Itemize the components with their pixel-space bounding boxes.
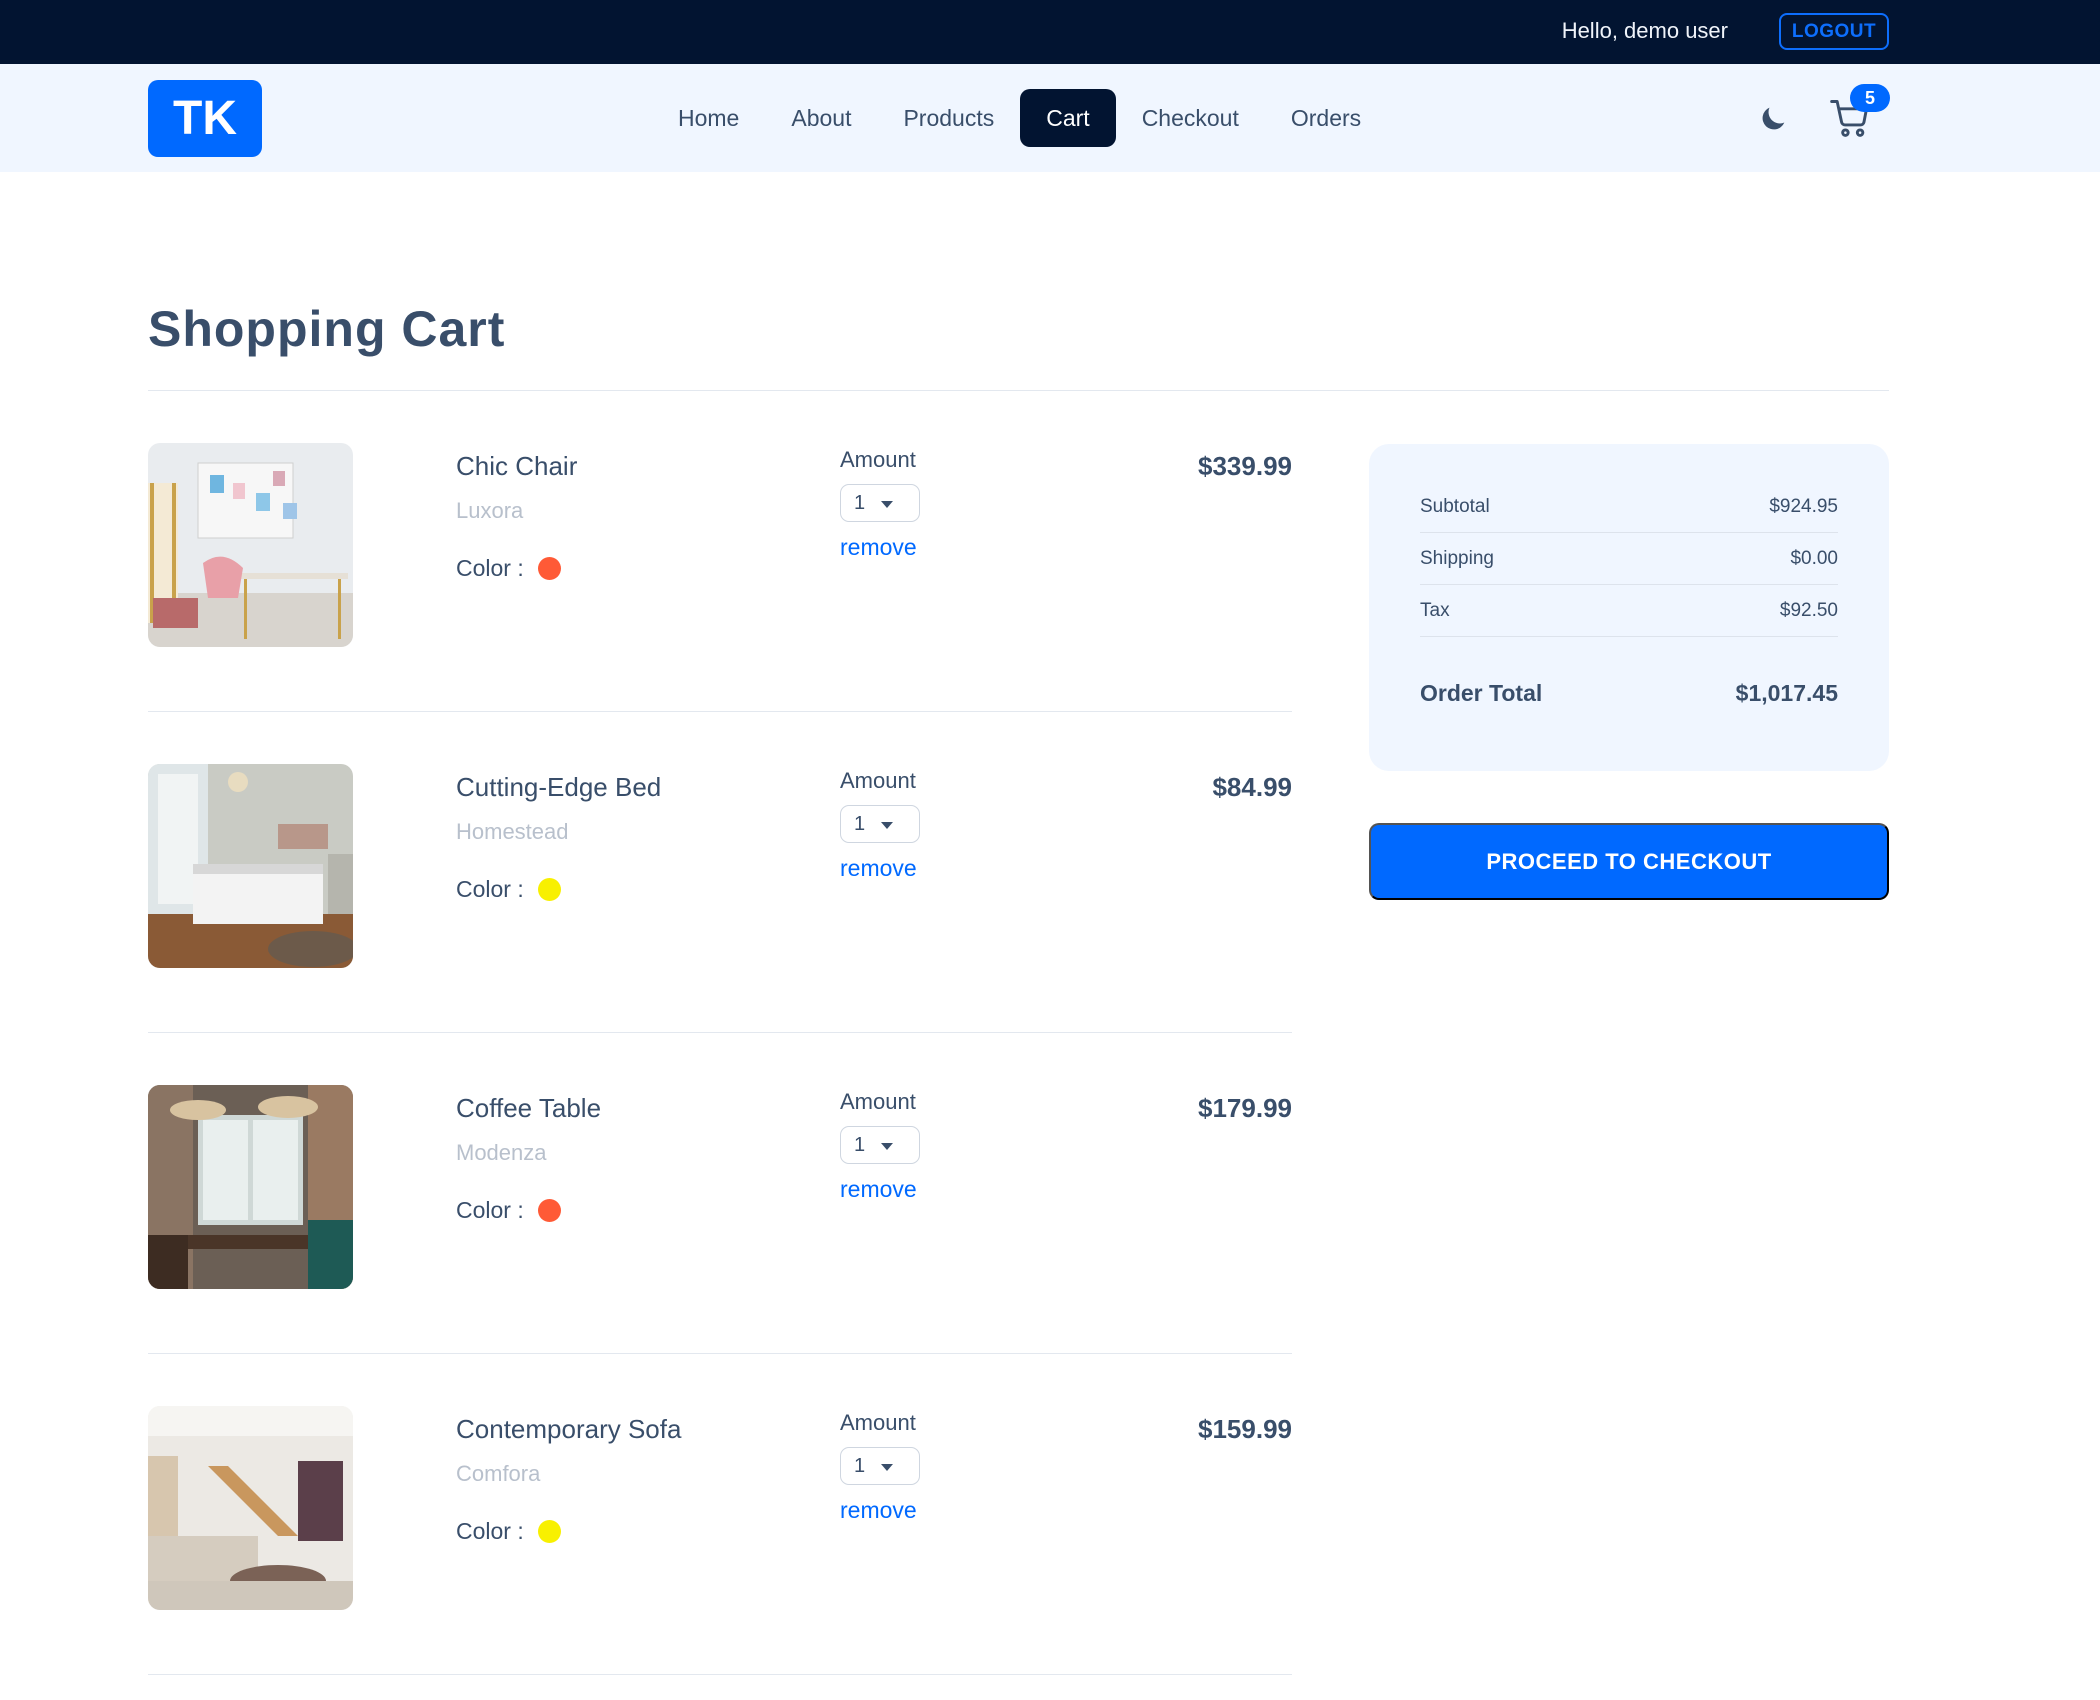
cart-item: Coffee Table Modenza Color : Amount 1 re…: [148, 1033, 1292, 1354]
order-total-label: Order Total: [1420, 679, 1543, 706]
user-greeting: Hello, demo user: [1561, 18, 1728, 43]
room-photo-dining[interactable]: [148, 1085, 353, 1289]
order-total-row: Order Total $1,017.45: [1420, 667, 1838, 719]
item-color-label: Color :: [456, 555, 524, 581]
item-name[interactable]: Coffee Table: [456, 1093, 601, 1124]
amount-label: Amount: [840, 1089, 916, 1114]
chevron-down-icon: [881, 1143, 893, 1150]
amount-label: Amount: [840, 1410, 916, 1435]
remove-link[interactable]: remove: [840, 534, 917, 561]
cart-count-badge: 5: [1850, 84, 1890, 112]
nav-links: Home About Products Cart Checkout Orders: [652, 89, 1387, 147]
quantity-value: 1: [854, 1133, 866, 1156]
nav-link-home[interactable]: Home: [652, 89, 765, 147]
quantity-select[interactable]: 1: [840, 1447, 920, 1485]
color-swatch: [538, 878, 561, 901]
item-price: $179.99: [1198, 1093, 1292, 1123]
item-name[interactable]: Chic Chair: [456, 451, 577, 482]
nav-link-products[interactable]: Products: [877, 89, 1020, 147]
shipping-value: $0.00: [1790, 547, 1838, 569]
item-brand: Homestead: [456, 819, 569, 844]
cart-item: Contemporary Sofa Comfora Color : Amount…: [148, 1354, 1292, 1675]
item-brand: Comfora: [456, 1461, 541, 1486]
shipping-label: Shipping: [1420, 547, 1494, 569]
top-bar: Hello, demo user LOGOUT: [0, 0, 2100, 64]
item-name[interactable]: Contemporary Sofa: [456, 1414, 681, 1445]
item-price: $84.99: [1212, 772, 1292, 802]
proceed-to-checkout-button[interactable]: PROCEED TO CHECKOUT: [1369, 823, 1889, 900]
subtotal-label: Subtotal: [1420, 495, 1490, 517]
room-photo-bedroom[interactable]: [148, 764, 353, 968]
item-color-label: Color :: [456, 876, 524, 902]
tax-value: $92.50: [1779, 599, 1838, 621]
item-price: $339.99: [1198, 451, 1292, 481]
quantity-select[interactable]: 1: [840, 484, 920, 522]
remove-link[interactable]: remove: [840, 1176, 917, 1203]
item-color-label: Color :: [456, 1197, 524, 1223]
remove-link[interactable]: remove: [840, 1497, 917, 1524]
chevron-down-icon: [881, 1464, 893, 1471]
amount-label: Amount: [840, 768, 916, 793]
color-swatch: [538, 1520, 561, 1543]
item-color-label: Color :: [456, 1518, 524, 1544]
logout-button[interactable]: LOGOUT: [1779, 13, 1889, 50]
item-brand: Luxora: [456, 498, 524, 523]
shipping-row: Shipping $0.00: [1420, 533, 1838, 585]
quantity-value: 1: [854, 1454, 866, 1477]
amount-label: Amount: [840, 447, 916, 472]
main-navbar: TK Home About Products Cart Checkout Ord…: [0, 64, 2100, 172]
quantity-select[interactable]: 1: [840, 1126, 920, 1164]
nav-link-about[interactable]: About: [765, 89, 877, 147]
tax-row: Tax $92.50: [1420, 585, 1838, 637]
nav-link-orders[interactable]: Orders: [1265, 89, 1387, 147]
nav-link-checkout[interactable]: Checkout: [1116, 89, 1265, 147]
order-total-value: $1,017.45: [1735, 679, 1838, 706]
quantity-value: 1: [854, 812, 866, 835]
moon-icon[interactable]: [1756, 102, 1790, 136]
cart-item: Cutting-Edge Bed Homestead Color : Amoun…: [148, 712, 1292, 1033]
nav-link-cart[interactable]: Cart: [1020, 89, 1116, 147]
item-brand: Modenza: [456, 1140, 547, 1165]
item-name[interactable]: Cutting-Edge Bed: [456, 772, 661, 803]
room-photo-study[interactable]: [148, 443, 353, 647]
logo[interactable]: TK: [148, 80, 262, 157]
room-photo-living[interactable]: [148, 1406, 353, 1610]
tax-label: Tax: [1420, 599, 1450, 621]
color-swatch: [538, 1199, 561, 1222]
remove-link[interactable]: remove: [840, 855, 917, 882]
page-title: Shopping Cart: [148, 301, 506, 357]
quantity-value: 1: [854, 491, 866, 514]
chevron-down-icon: [881, 501, 893, 508]
chevron-down-icon: [881, 822, 893, 829]
subtotal-row: Subtotal $924.95: [1420, 481, 1838, 533]
subtotal-value: $924.95: [1769, 495, 1838, 517]
item-price: $159.99: [1198, 1414, 1292, 1444]
cart-item: Chic Chair Luxora Color : Amount 1 remov…: [148, 391, 1292, 712]
order-totals-card: Subtotal $924.95 Shipping $0.00 Tax $92.…: [1369, 444, 1889, 771]
color-swatch: [538, 557, 561, 580]
quantity-select[interactable]: 1: [840, 805, 920, 843]
